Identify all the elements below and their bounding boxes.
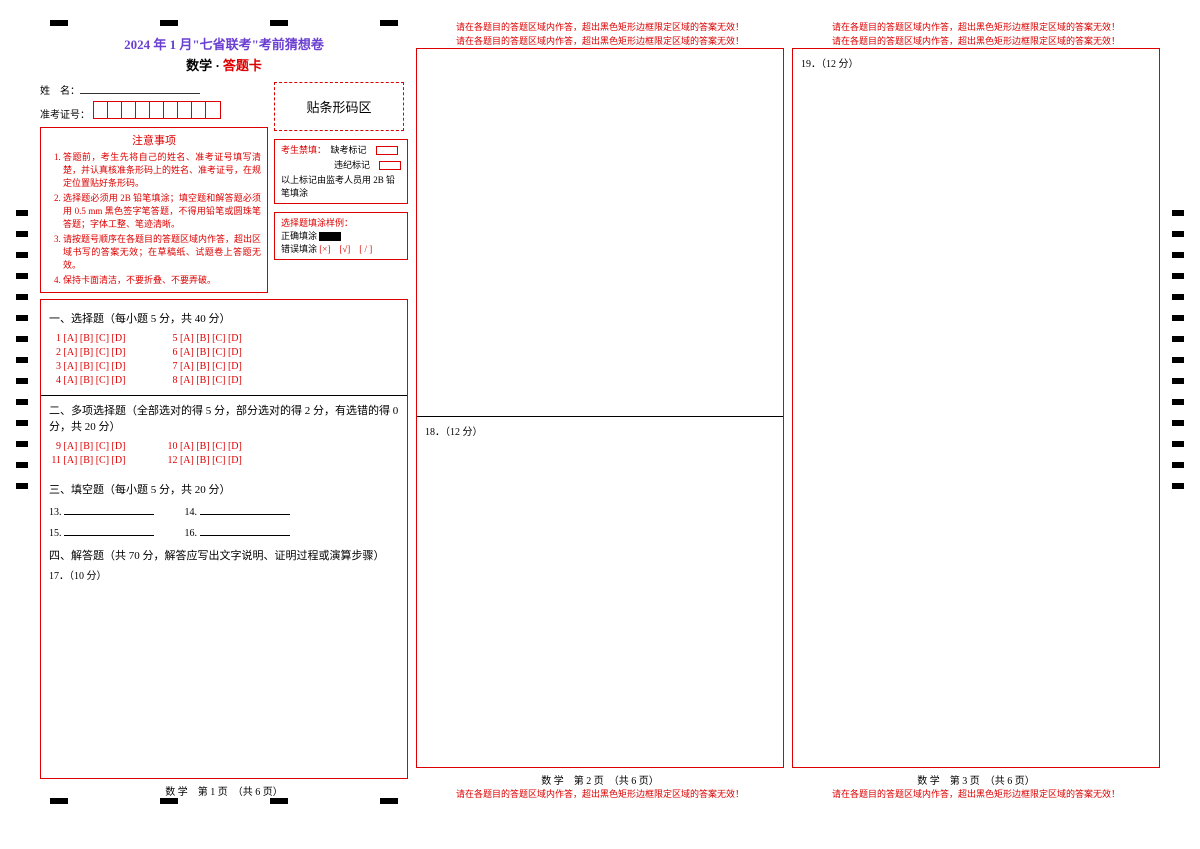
section-4-title: 四、解答题（共 70 分，解答应写出文字说明、证明过程或演算步骤） xyxy=(49,547,399,563)
rule-3: 请按题号顺序在各题目的答题区域内作答，超出区域书写的答案无效；在草稿纸、试题卷上… xyxy=(63,232,261,271)
mc-row[interactable]: 2 [A] [B] [C] [D] xyxy=(49,347,125,358)
forbid-title: 考生禁填： xyxy=(281,145,322,155)
blank-14[interactable] xyxy=(200,505,290,515)
timing-top xyxy=(50,20,398,26)
forbid-box: 考生禁填： 缺考标记 违纪标记 以上标记由监考人员用 2B 铅笔填涂 xyxy=(274,139,408,204)
mc-row[interactable]: 12 [A] [B] [C] [D] xyxy=(165,455,241,466)
warning-top: 请在各题目的答题区域内作答，超出黑色矩形边框限定区域的答案无效！ xyxy=(416,20,784,33)
notice-rules: 答题前，考生先将自己的姓名、准考证号填写清楚，并认真核准条形码上的姓名、准考证号… xyxy=(47,150,261,286)
rule-1: 答题前，考生先将自己的姓名、准考证号填写清楚，并认真核准条形码上的姓名、准考证号… xyxy=(63,150,261,189)
warning-bot: 请在各题目的答题区域内作答，超出黑色矩形边框限定区域的答案无效！ xyxy=(416,787,784,800)
rule-4: 保持卡面清洁，不要折叠、不要弄破。 xyxy=(63,273,261,286)
warning-top2: 请在各题目的答题区域内作答，超出黑色矩形边框限定区域的答案无效！ xyxy=(416,34,784,47)
footer-1: 数 学 第 1 页 （共 6 页） xyxy=(40,783,408,798)
sample-correct: 正确填涂 xyxy=(281,231,317,241)
mc-row[interactable]: 7 [A] [B] [C] [D] xyxy=(165,361,241,372)
mc-row[interactable]: 4 [A] [B] [C] [D] xyxy=(49,375,125,386)
mc-row[interactable]: 11 [A] [B] [C] [D] xyxy=(49,455,125,466)
violate-label: 违纪标记 xyxy=(334,160,370,170)
warning-bot: 请在各题目的答题区域内作答，超出黑色矩形边框限定区域的答案无效！ xyxy=(792,787,1160,800)
section-2-title: 二、多项选择题（全部选对的得 5 分，部分选对的得 2 分，有选错的得 0 分，… xyxy=(49,402,399,434)
blank-16[interactable] xyxy=(200,526,290,536)
sample-box: 选择题填涂样例： 正确填涂 错误填涂 [×] [√] [ / ] xyxy=(274,212,408,260)
section-3-title: 三、填空题（每小题 5 分，共 20 分） xyxy=(49,481,399,497)
page-1: 2024 年 1 月"七省联考"考前猜想卷 数学 · 答题卡 姓 名： 准考证号… xyxy=(40,20,408,804)
name-row: 姓 名： 准考证号： xyxy=(40,82,268,121)
barcode-area[interactable]: 贴条形码区 xyxy=(274,82,404,131)
sample-title: 选择题填涂样例： xyxy=(281,217,401,230)
page-3: 请在各题目的答题区域内作答，超出黑色矩形边框限定区域的答案无效！ 请在各题目的答… xyxy=(792,20,1160,804)
mc-single: 1 [A] [B] [C] [D] 2 [A] [B] [C] [D] 3 [A… xyxy=(49,330,399,389)
miss-check[interactable] xyxy=(376,146,398,155)
id-label: 准考证号： xyxy=(40,110,90,121)
answer-frame-3[interactable]: 19．（12 分） xyxy=(792,48,1160,768)
notice-title: 注意事项 xyxy=(47,132,261,148)
warning-top: 请在各题目的答题区域内作答，超出黑色矩形边框限定区域的答案无效！ xyxy=(792,20,1160,33)
q17-continue[interactable] xyxy=(417,49,783,417)
mc-row[interactable]: 8 [A] [B] [C] [D] xyxy=(165,375,241,386)
footer-2: 数 学 第 2 页 （共 6 页） xyxy=(416,772,784,787)
page-2: 请在各题目的答题区域内作答，超出黑色矩形边框限定区域的答案无效！ 请在各题目的答… xyxy=(416,20,784,804)
fill-row: 13. 14. xyxy=(49,505,399,518)
exam-id-grid[interactable] xyxy=(93,101,221,119)
notice-box: 注意事项 答题前，考生先将自己的姓名、准考证号填写清楚，并认真核准条形码上的姓名… xyxy=(40,127,268,293)
timing-right xyxy=(1172,210,1184,489)
violate-check[interactable] xyxy=(379,161,401,170)
timing-bot xyxy=(50,798,398,804)
mc-row[interactable]: 10 [A] [B] [C] [D] xyxy=(165,441,241,452)
q19-label: 19．（12 分） xyxy=(801,59,859,70)
q17-label: 17．（10 分） xyxy=(49,567,399,582)
card-label: 答题卡 xyxy=(223,58,262,73)
blank-15[interactable] xyxy=(64,526,154,536)
mc-row[interactable]: 1 [A] [B] [C] [D] xyxy=(49,333,125,344)
q18-label: 18．（12 分） xyxy=(425,427,483,438)
miss-label: 缺考标记 xyxy=(331,145,367,155)
forbid-note: 以上标记由监考人员用 2B 铅笔填涂 xyxy=(281,174,401,199)
wrong-marks: [×] [√] [ / ] xyxy=(319,244,372,254)
answer-frame-2: 18．（12 分） xyxy=(416,48,784,768)
mc-multi: 9 [A] [B] [C] [D] 11 [A] [B] [C] [D] 10 … xyxy=(49,438,399,469)
rule-2: 选择题必须用 2B 铅笔填涂；填空题和解答题必须用 0.5 mm 黑色签字笔答题… xyxy=(63,191,261,230)
sample-wrong: 错误填涂 xyxy=(281,244,317,254)
name-input[interactable] xyxy=(80,82,200,94)
blank-13[interactable] xyxy=(64,505,154,515)
q18-area[interactable]: 18．（12 分） xyxy=(417,417,783,767)
main-title: 2024 年 1 月"七省联考"考前猜想卷 xyxy=(40,34,408,53)
correct-icon xyxy=(319,232,341,241)
fill-row: 15. 16. xyxy=(49,526,399,539)
q17-area[interactable] xyxy=(49,582,399,772)
warning-top2: 请在各题目的答题区域内作答，超出黑色矩形边框限定区域的答案无效！ xyxy=(792,34,1160,47)
timing-left xyxy=(16,210,28,489)
subject: 数学 xyxy=(186,58,212,73)
answer-main: 一、选择题（每小题 5 分，共 40 分） 1 [A] [B] [C] [D] … xyxy=(40,299,408,779)
mc-row[interactable]: 6 [A] [B] [C] [D] xyxy=(165,347,241,358)
mc-row[interactable]: 3 [A] [B] [C] [D] xyxy=(49,361,125,372)
subtitle: 数学 · 答题卡 xyxy=(40,55,408,74)
name-label: 姓 名： xyxy=(40,86,80,97)
footer-3: 数 学 第 3 页 （共 6 页） xyxy=(792,772,1160,787)
mc-row[interactable]: 5 [A] [B] [C] [D] xyxy=(165,333,241,344)
section-1-title: 一、选择题（每小题 5 分，共 40 分） xyxy=(49,310,399,326)
mc-row[interactable]: 9 [A] [B] [C] [D] xyxy=(49,441,125,452)
